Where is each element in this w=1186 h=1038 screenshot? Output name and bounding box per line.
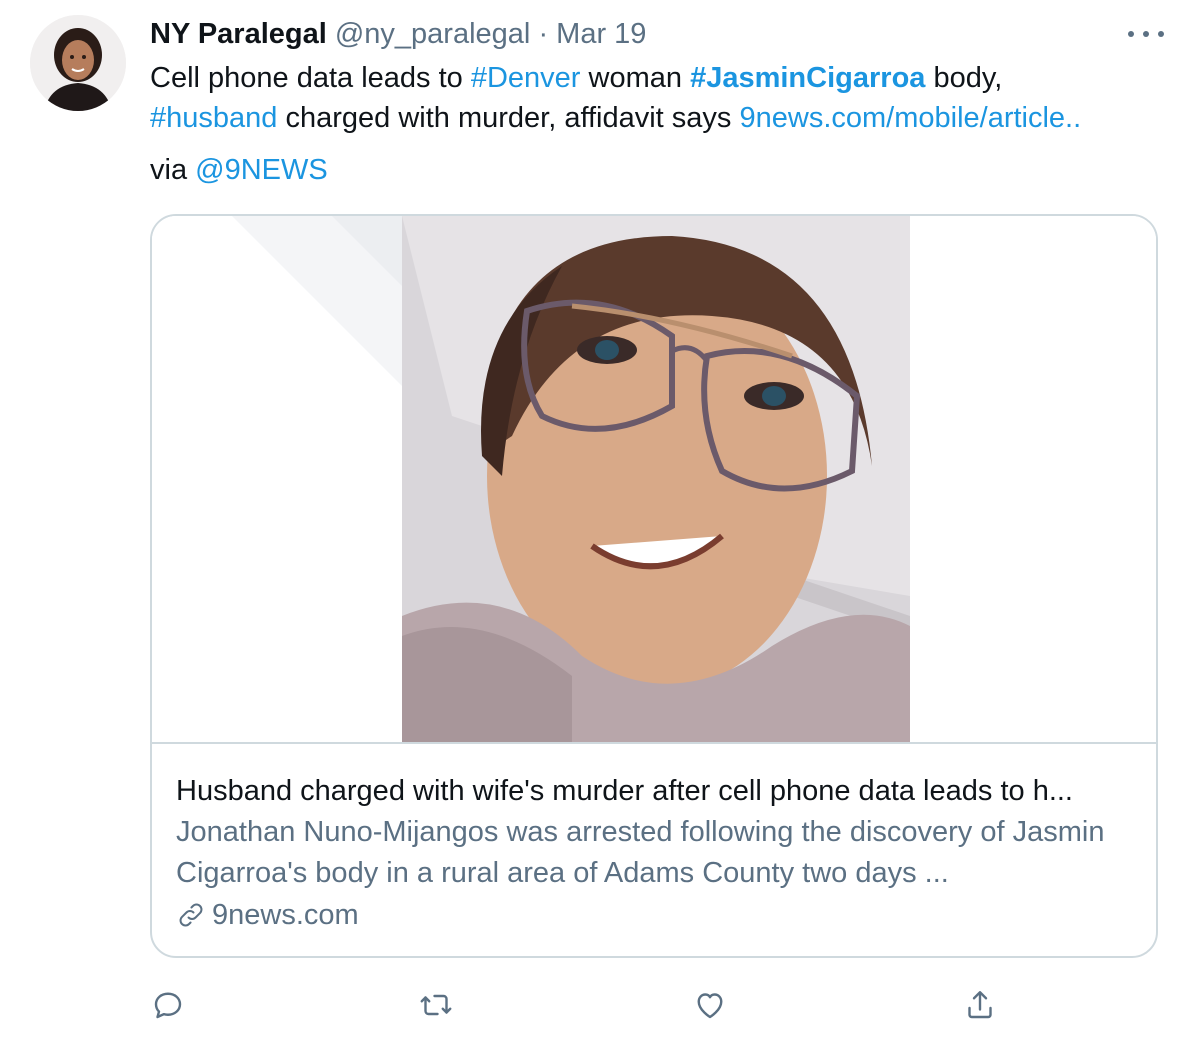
tweet-text-part: body, [925,62,1003,94]
via-handle-link[interactable]: @9NEWS [195,154,328,186]
card-domain: 9news.com [212,899,359,931]
share-icon[interactable] [960,985,1000,1025]
tweet-text-part: woman [580,62,691,94]
tweet-header: NY Paralegal @ny_paralegal · Mar 19 [150,14,646,54]
card-title[interactable]: Husband charged with wife's murder after… [176,770,1136,812]
tweet-actions [148,985,1008,1025]
via-label: via [150,154,196,186]
tweet-text-part: charged with murder, affidavit says [277,102,740,134]
reply-icon[interactable] [148,985,188,1025]
card-domain-row: 9news.com [176,894,1136,936]
author-handle[interactable]: @ny_paralegal [335,18,531,50]
avatar[interactable] [30,15,126,111]
like-icon[interactable] [690,985,730,1025]
retweet-icon[interactable] [416,985,456,1025]
card-image[interactable] [152,216,1156,744]
author-name[interactable]: NY Paralegal [150,18,327,50]
link-icon [179,903,203,927]
tweet: NY Paralegal @ny_paralegal · Mar 19 Cell… [0,0,1186,1038]
tweet-date[interactable]: Mar 19 [556,18,646,50]
card-body[interactable]: Husband charged with wife's murder after… [176,770,1136,936]
hashtag-jasmincigarroa[interactable]: #JasminCigarroa [690,62,925,94]
more-icon[interactable] [1128,20,1164,48]
via-line: via @9NEWS [150,150,328,190]
separator: · [538,18,549,50]
hashtag-husband[interactable]: #husband [150,102,277,134]
tweet-url-link[interactable]: 9news.com/mobile/article.. [739,102,1081,134]
tweet-text-part: Cell phone data leads to [150,62,471,94]
tweet-text: Cell phone data leads to #Denver woman #… [150,58,1160,138]
link-card[interactable]: Husband charged with wife's murder after… [150,214,1158,958]
card-description: Jonathan Nuno-Mijangos was arrested foll… [176,816,1105,889]
hashtag-denver[interactable]: #Denver [471,62,581,94]
